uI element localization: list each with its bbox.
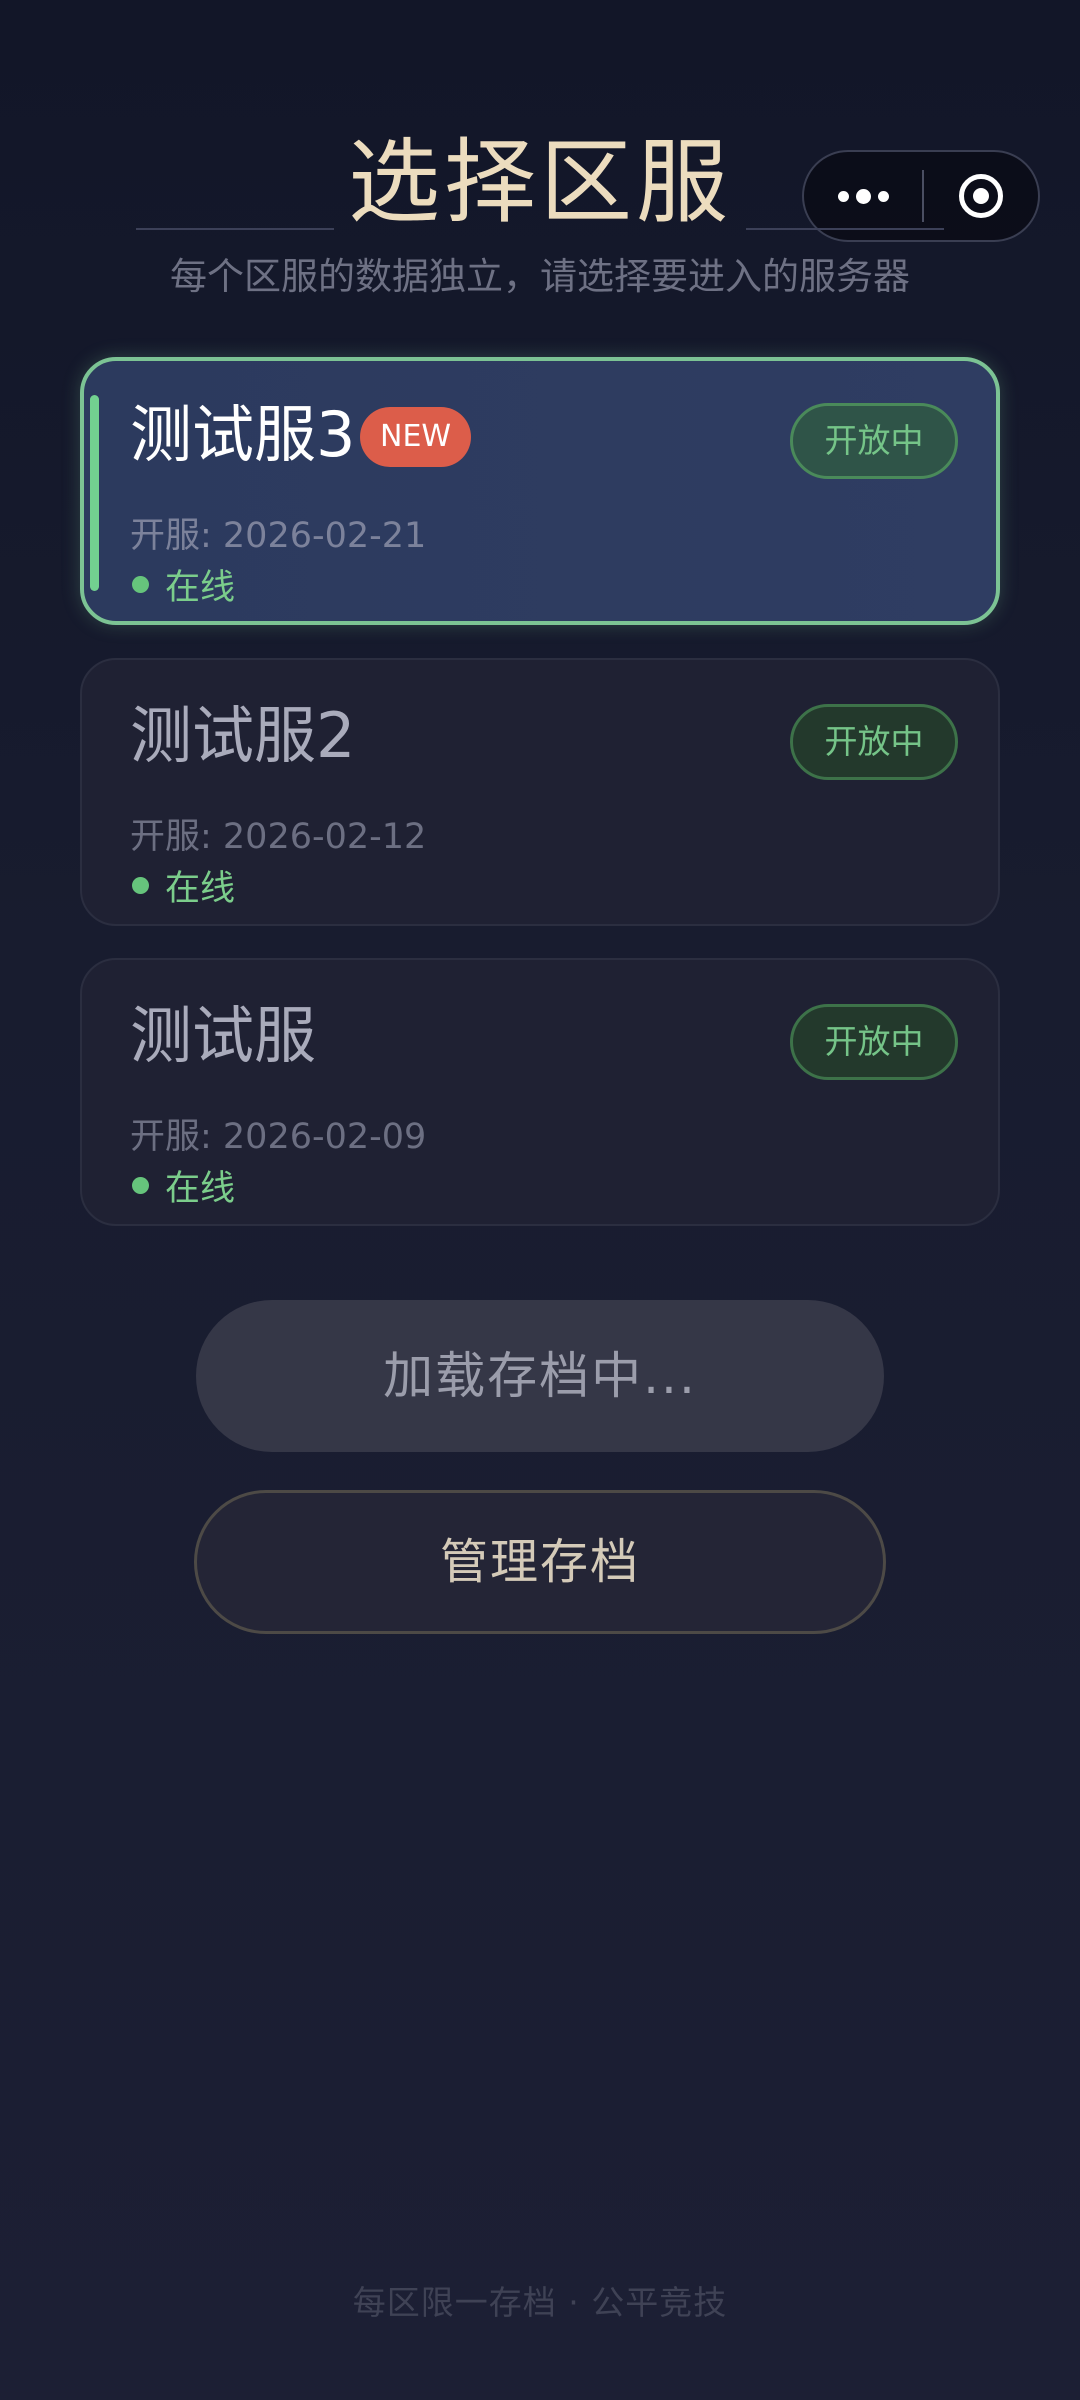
server-card[interactable]: 测试服3 NEW 开放中 开服: 2026-02-21 在线 <box>80 357 1000 625</box>
online-label: 在线 <box>165 1169 236 1209</box>
title-decor-line-right <box>746 228 944 230</box>
status-badge: 开放中 <box>790 403 958 479</box>
online-dot-icon <box>132 1177 149 1194</box>
enter-game-button[interactable]: 加载存档中... <box>196 1300 884 1452</box>
server-card[interactable]: 测试服 开放中 开服: 2026-02-09 在线 <box>80 958 1000 1226</box>
server-select-page: 选择区服 每个区服的数据独立，请选择要进入的服务器 测试服3 NEW 开放中 开… <box>0 0 1080 2400</box>
server-open-date: 开服: 2026-02-09 <box>130 1117 427 1157</box>
online-label: 在线 <box>165 869 236 909</box>
footer-note: 每区限一存档 · 公平竞技 <box>352 2283 728 2322</box>
server-open-date: 开服: 2026-02-21 <box>130 516 427 556</box>
new-badge: NEW <box>360 407 472 467</box>
page-title: 选择区服 <box>347 129 732 236</box>
server-name: 测试服3 <box>130 398 356 471</box>
server-open-date: 开服: 2026-02-12 <box>130 817 427 857</box>
status-badge: 开放中 <box>790 1004 958 1080</box>
selected-accent-bar <box>90 395 99 591</box>
server-name: 测试服2 <box>130 699 356 772</box>
server-card[interactable]: 测试服2 开放中 开服: 2026-02-12 在线 <box>80 658 1000 926</box>
title-decor-line-left <box>135 228 334 230</box>
status-badge: 开放中 <box>790 704 958 780</box>
server-name: 测试服 <box>130 999 317 1072</box>
title-row: 选择区服 <box>0 125 1080 241</box>
online-dot-icon <box>132 576 149 593</box>
online-status: 在线 <box>132 860 235 911</box>
page-subtitle: 每个区服的数据独立，请选择要进入的服务器 <box>170 255 910 298</box>
online-status: 在线 <box>132 559 235 610</box>
online-label: 在线 <box>165 568 236 608</box>
manage-saves-button[interactable]: 管理存档 <box>194 1490 886 1634</box>
online-dot-icon <box>132 877 149 894</box>
online-status: 在线 <box>132 1160 235 1211</box>
